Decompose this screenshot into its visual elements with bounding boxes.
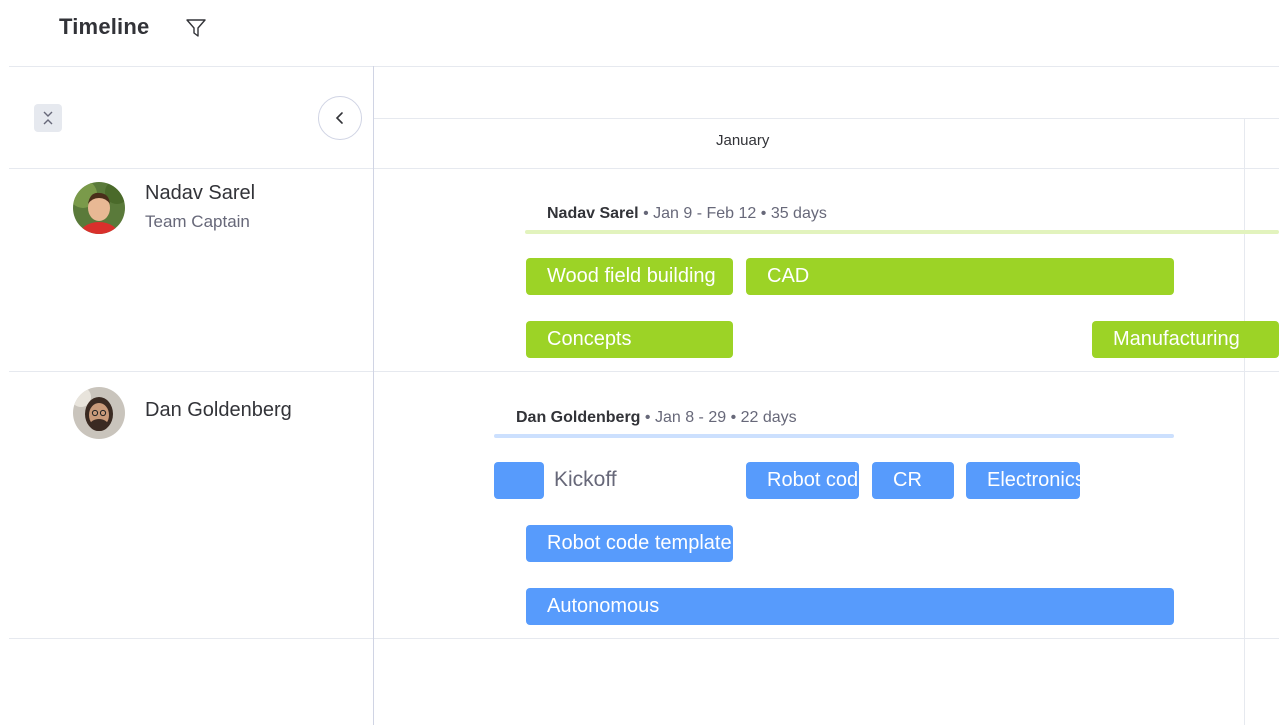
collapse-all-icon: [43, 111, 53, 125]
milestone-label: Kickoff: [554, 468, 617, 491]
summary-name: Nadav Sarel: [547, 205, 639, 222]
group-span-line: [525, 230, 1279, 234]
task-bar[interactable]: Electronics: [966, 462, 1080, 499]
summary-name: Dan Goldenberg: [516, 409, 641, 426]
person-name: Dan Goldenberg: [145, 399, 292, 421]
task-bar[interactable]: Autonomous: [526, 588, 1174, 625]
milestone-bar[interactable]: [494, 462, 544, 499]
task-bar[interactable]: Robot code: [746, 462, 859, 499]
summary-separator: •: [644, 409, 651, 426]
month-row-bottom-divider: [9, 168, 1279, 169]
group-span-line: [494, 434, 1174, 438]
summary-dates: Jan 8 - 29: [654, 409, 727, 426]
task-bar[interactable]: CR: [872, 462, 954, 499]
avatar: [73, 182, 125, 234]
person-role: Team Captain: [145, 212, 250, 231]
task-bar[interactable]: Concepts: [526, 321, 733, 358]
left-panel-divider: [373, 66, 374, 725]
timeline-view: Timeline January Nadav Sarel Team Captai…: [0, 0, 1279, 725]
filter-icon[interactable]: [184, 16, 208, 40]
person-name: Nadav Sarel: [145, 182, 256, 204]
task-bar[interactable]: Robot code template: [526, 525, 733, 562]
group-summary: Nadav Sarel • Jan 9 - Feb 12 • 35 days: [547, 205, 827, 223]
month-label: January: [716, 132, 770, 149]
page-title: Timeline: [59, 14, 150, 39]
task-bar[interactable]: Manufacturing: [1092, 321, 1279, 358]
summary-dates: Jan 9 - Feb 12: [653, 205, 757, 222]
month-row-top-divider: [374, 118, 1279, 119]
month-boundary-line: [1244, 118, 1245, 725]
group-summary: Dan Goldenberg • Jan 8 - 29 • 22 days: [516, 409, 797, 427]
collapse-all-button[interactable]: [34, 104, 62, 132]
task-bar[interactable]: Wood field building: [526, 258, 733, 295]
collapse-panel-button[interactable]: [318, 96, 362, 140]
header-divider: [9, 66, 1279, 67]
summary-separator: •: [760, 205, 767, 222]
summary-separator: •: [730, 409, 737, 426]
summary-duration: 22 days: [740, 409, 797, 426]
avatar: [73, 387, 125, 439]
group-divider: [9, 371, 1279, 372]
group-divider: [9, 638, 1279, 639]
chevron-left-icon: [335, 112, 343, 124]
summary-duration: 35 days: [770, 205, 827, 222]
task-bar[interactable]: CAD: [746, 258, 1174, 295]
summary-separator: •: [643, 205, 649, 222]
